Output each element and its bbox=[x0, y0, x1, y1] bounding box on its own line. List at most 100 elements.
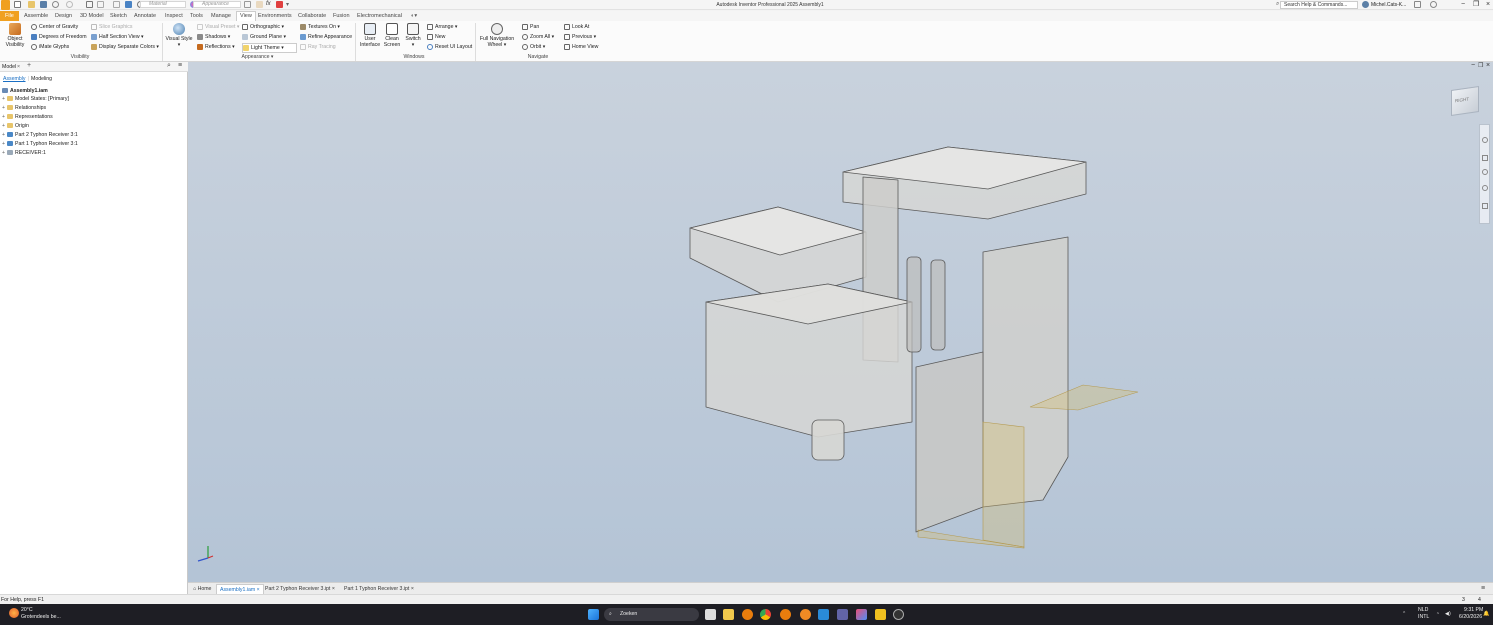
imate-glyphs-button[interactable]: iMate Glyphs bbox=[31, 43, 69, 51]
center-of-gravity-button[interactable]: Center of Gravity bbox=[31, 23, 78, 31]
tray-chevron-icon[interactable]: ⌃ bbox=[1402, 611, 1406, 618]
ground-plane-dropdown[interactable]: Ground Plane ▾ bbox=[242, 33, 286, 41]
textures-on-dropdown[interactable]: Textures On ▾ bbox=[300, 23, 340, 31]
user-name[interactable]: Michel.Cats-K... bbox=[1371, 2, 1406, 8]
tree-item-model-states[interactable]: + Model States: [Primary] bbox=[2, 95, 69, 103]
menu-icon[interactable]: ≡ bbox=[178, 62, 182, 70]
tab-file[interactable]: File bbox=[0, 11, 19, 21]
doc-tab-home[interactable]: ⌂ Home bbox=[190, 584, 214, 594]
tree-item-assembly[interactable]: Assembly1.iam bbox=[2, 87, 48, 95]
save-icon[interactable] bbox=[40, 1, 47, 8]
viewport-restore-button[interactable]: ❐ bbox=[1478, 62, 1483, 69]
browser-tab-assembly[interactable]: Assembly bbox=[3, 75, 26, 83]
weather-description[interactable]: Grotendeels be... bbox=[21, 614, 61, 621]
teams-icon[interactable] bbox=[837, 609, 848, 620]
weather-icon[interactable] bbox=[9, 608, 19, 618]
tree-item-part1[interactable]: + Part 1 Typhon Receiver 3:1 bbox=[2, 140, 78, 148]
zoom-all-button[interactable]: Zoom All ▾ bbox=[522, 33, 554, 41]
clear-icon[interactable] bbox=[244, 1, 251, 8]
update-icon[interactable] bbox=[113, 1, 120, 8]
add-browser-icon[interactable]: + bbox=[27, 62, 31, 70]
app-logo-icon[interactable] bbox=[1, 0, 10, 10]
switch-button[interactable]: Switch ▾ bbox=[403, 23, 423, 48]
pan-icon[interactable] bbox=[1482, 155, 1488, 161]
degrees-of-freedom-button[interactable]: Degrees of Freedom bbox=[31, 33, 87, 41]
doc-tab-part2[interactable]: Part 2 Typhon Receiver 3.ipt × bbox=[262, 584, 338, 594]
tab-more-icon[interactable]: ◐▾ bbox=[411, 12, 417, 20]
select-icon[interactable] bbox=[125, 1, 132, 8]
close-button[interactable]: × bbox=[1486, 1, 1490, 8]
reset-ui-layout-button[interactable]: Reset UI Layout bbox=[427, 43, 472, 51]
maximize-button[interactable]: ❐ bbox=[1473, 1, 1479, 8]
new-window-button[interactable]: New bbox=[427, 33, 445, 41]
object-visibility-button[interactable]: Object Visibility bbox=[3, 23, 27, 48]
weather-temperature[interactable]: 20°C bbox=[21, 607, 33, 614]
browser-title[interactable]: Model bbox=[2, 63, 16, 71]
full-navigation-wheel-button[interactable]: Full Navigation Wheel ▾ bbox=[478, 23, 516, 48]
wifi-icon[interactable]: ◔ bbox=[1436, 611, 1439, 618]
orthographic-dropdown[interactable]: Orthographic ▾ bbox=[242, 23, 284, 31]
undo-icon[interactable] bbox=[52, 1, 59, 8]
visual-style-button[interactable]: Visual Style ▾ bbox=[165, 23, 193, 48]
tab-collaborate[interactable]: Collaborate bbox=[298, 12, 326, 20]
fx-icon[interactable] bbox=[256, 1, 263, 8]
orbit-button[interactable]: Orbit ▾ bbox=[522, 43, 545, 51]
language-code[interactable]: NLD bbox=[1418, 607, 1428, 614]
blender-icon[interactable] bbox=[742, 609, 753, 620]
blender-icon-3[interactable] bbox=[800, 609, 811, 620]
inventor-icon[interactable] bbox=[875, 609, 886, 620]
tab-sketch[interactable]: Sketch bbox=[110, 12, 127, 20]
file-explorer-icon[interactable] bbox=[723, 609, 734, 620]
help-icon[interactable] bbox=[1430, 1, 1437, 8]
look-at-button[interactable]: Look At bbox=[564, 23, 589, 31]
zoom-icon[interactable] bbox=[1482, 169, 1488, 175]
refine-appearance-button[interactable]: Refine Appearance bbox=[300, 33, 352, 41]
doc-tab-part1[interactable]: Part 1 Typhon Receiver 3.ipt × bbox=[341, 584, 417, 594]
redo-icon[interactable] bbox=[66, 1, 73, 8]
reflections-dropdown[interactable]: Reflections ▾ bbox=[197, 43, 235, 51]
fx-label-icon[interactable]: fx bbox=[266, 1, 273, 8]
theme-dropdown[interactable]: Light Theme ▾ bbox=[242, 43, 297, 53]
dropdown-chevron-icon[interactable]: ▾ bbox=[286, 1, 293, 8]
home-icon[interactable] bbox=[86, 1, 93, 8]
tab-manage[interactable]: Manage bbox=[211, 12, 231, 20]
tab-tools[interactable]: Tools bbox=[190, 12, 203, 20]
tab-annotate[interactable]: Annotate bbox=[134, 12, 156, 20]
clean-screen-button[interactable]: Clean Screen bbox=[382, 23, 402, 48]
open-icon[interactable] bbox=[28, 1, 35, 8]
arrange-button[interactable]: Arrange ▾ bbox=[427, 23, 458, 31]
return-icon[interactable] bbox=[97, 1, 104, 8]
tab-assemble[interactable]: Assemble bbox=[24, 12, 48, 20]
home-view-button[interactable]: Home View bbox=[564, 43, 598, 51]
viewport-minimize-button[interactable]: − bbox=[1471, 62, 1475, 69]
tab-environments[interactable]: Environments bbox=[258, 12, 292, 20]
minimize-button[interactable]: − bbox=[1461, 1, 1465, 8]
blender-icon-2[interactable] bbox=[780, 609, 791, 620]
speaker-icon[interactable]: ◀) bbox=[1445, 611, 1451, 618]
keyboard-layout[interactable]: INTL bbox=[1418, 614, 1429, 621]
vscode-icon[interactable] bbox=[818, 609, 829, 620]
new-icon[interactable] bbox=[14, 1, 21, 8]
search-icon[interactable]: ⌕ bbox=[167, 62, 171, 70]
measure-icon[interactable] bbox=[276, 1, 283, 8]
app-icon-multicolor[interactable] bbox=[856, 609, 867, 620]
tab-design[interactable]: Design bbox=[55, 12, 72, 20]
taskbar-search[interactable]: ⌕ Zoeken bbox=[604, 608, 699, 621]
previous-view-button[interactable]: Previous ▾ bbox=[564, 33, 596, 41]
look-at-icon[interactable] bbox=[1482, 203, 1488, 209]
chrome-icon[interactable] bbox=[760, 609, 771, 620]
slice-graphics-button[interactable]: Slice Graphics bbox=[91, 23, 132, 31]
visual-preset-dropdown[interactable]: Visual Preset ▾ bbox=[197, 23, 240, 31]
ray-tracing-button[interactable]: Ray Tracing bbox=[300, 43, 336, 51]
display-separate-colors-button[interactable]: Display Separate Colors ▾ bbox=[91, 43, 159, 51]
doc-tabs-menu-icon[interactable]: ≡ bbox=[1478, 584, 1488, 594]
start-icon[interactable] bbox=[588, 609, 599, 620]
viewcube[interactable]: RIGHT bbox=[1451, 86, 1479, 116]
tab-inspect[interactable]: Inspect bbox=[165, 12, 183, 20]
help-search-input[interactable]: Search Help & Commands... bbox=[1280, 1, 1358, 9]
media-player-icon[interactable] bbox=[893, 609, 904, 620]
tree-item-part2[interactable]: + Part 2 Typhon Receiver 3:1 bbox=[2, 131, 78, 139]
material-dropdown[interactable]: Material bbox=[140, 1, 186, 8]
tab-fusion[interactable]: Fusion bbox=[333, 12, 350, 20]
task-view-icon[interactable] bbox=[705, 609, 716, 620]
